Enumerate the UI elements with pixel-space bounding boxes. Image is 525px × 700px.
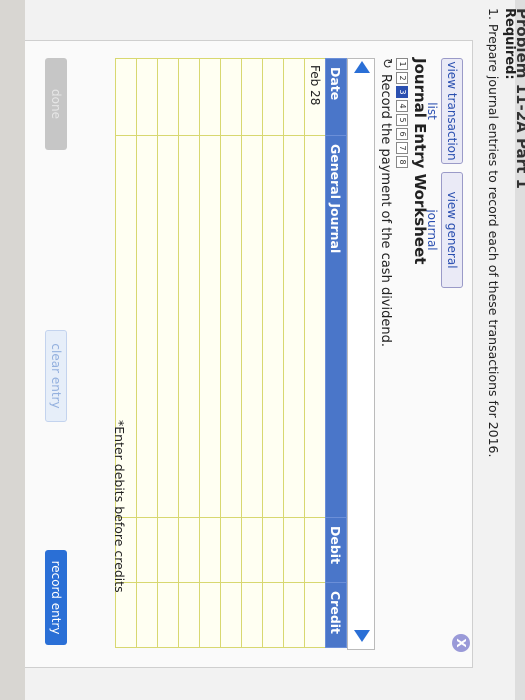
step-navigation: 1 2 3 4 5 6 7 8	[396, 58, 408, 168]
table-row	[178, 58, 200, 648]
required-text: 1. Prepare journal entries to record eac…	[486, 8, 501, 458]
debit-cell[interactable]	[220, 517, 242, 583]
step-4-button[interactable]: 4	[396, 100, 408, 112]
date-cell[interactable]	[283, 58, 305, 136]
credit-cell[interactable]	[283, 582, 305, 648]
account-cell[interactable]	[178, 135, 200, 518]
page: Problem 11-2A Part 1 Required: 1. Prepar…	[0, 0, 525, 700]
journal-table: Date General Journal Debit Credit Feb 28	[115, 58, 347, 648]
previous-arrow-icon[interactable]	[354, 61, 370, 73]
instruction-bar	[347, 58, 375, 650]
debit-cell[interactable]	[283, 517, 305, 583]
account-cell[interactable]	[304, 135, 326, 518]
table-row: Feb 28	[304, 58, 326, 648]
debit-cell[interactable]	[262, 517, 284, 583]
account-cell[interactable]	[283, 135, 305, 518]
step-1-button[interactable]: 1	[396, 58, 408, 70]
debit-cell[interactable]	[157, 517, 179, 583]
worksheet-title: Journal Entry Worksheet	[411, 58, 429, 265]
table-row	[220, 58, 242, 648]
date-cell[interactable]: Feb 28	[304, 58, 326, 136]
debits-note: *Enter debits before credits	[112, 420, 127, 593]
table-row	[157, 58, 179, 648]
view-general-journal-button[interactable]: view general journal	[425, 172, 463, 288]
date-cell[interactable]	[241, 58, 263, 136]
debit-cell[interactable]	[241, 517, 263, 583]
credit-cell[interactable]	[241, 582, 263, 648]
credit-cell[interactable]	[220, 582, 242, 648]
table-row	[136, 58, 158, 648]
general-journal-header: General Journal	[325, 135, 347, 518]
dock-strip	[0, 0, 25, 700]
account-cell[interactable]	[199, 135, 221, 518]
step-instruction: Record the payment of the cash dividend.	[378, 74, 393, 347]
step-5-button[interactable]: 5	[396, 114, 408, 126]
step-2-button[interactable]: 2	[396, 72, 408, 84]
account-cell[interactable]	[220, 135, 242, 518]
refresh-icon: ↻	[379, 58, 394, 69]
date-header: Date	[325, 58, 347, 136]
credit-cell[interactable]	[304, 582, 326, 648]
credit-cell[interactable]	[199, 582, 221, 648]
credit-cell[interactable]	[178, 582, 200, 648]
credit-cell[interactable]	[262, 582, 284, 648]
debit-cell[interactable]	[178, 517, 200, 583]
debit-cell[interactable]	[136, 517, 158, 583]
debit-header: Debit	[325, 517, 347, 583]
table-row	[241, 58, 263, 648]
table-row	[199, 58, 221, 648]
clear-entry-button[interactable]: clear entry	[45, 330, 67, 422]
debit-cell[interactable]	[304, 517, 326, 583]
credit-header: Credit	[325, 582, 347, 648]
credit-cell[interactable]	[136, 582, 158, 648]
date-cell[interactable]	[262, 58, 284, 136]
step-3-button[interactable]: 3	[396, 86, 408, 98]
required-label: Required:	[502, 8, 517, 80]
account-cell[interactable]	[157, 135, 179, 518]
view-transaction-list-button[interactable]: view transaction list	[425, 58, 463, 164]
step-7-button[interactable]: 7	[396, 142, 408, 154]
step-8-button[interactable]: 8	[396, 156, 408, 168]
credit-cell[interactable]	[157, 582, 179, 648]
date-cell[interactable]	[157, 58, 179, 136]
table-row	[283, 58, 305, 648]
table-row	[262, 58, 284, 648]
date-cell[interactable]	[136, 58, 158, 136]
date-cell[interactable]	[115, 58, 137, 136]
done-button[interactable]: done	[45, 58, 67, 150]
debit-cell[interactable]	[199, 517, 221, 583]
date-cell[interactable]	[178, 58, 200, 136]
date-cell[interactable]	[220, 58, 242, 136]
account-cell[interactable]	[136, 135, 158, 518]
account-cell[interactable]	[262, 135, 284, 518]
next-arrow-icon[interactable]	[354, 630, 370, 642]
step-6-button[interactable]: 6	[396, 128, 408, 140]
date-cell[interactable]	[199, 58, 221, 136]
close-button[interactable]: X	[452, 634, 470, 652]
record-entry-button[interactable]: record entry	[45, 550, 67, 645]
account-cell[interactable]	[241, 135, 263, 518]
